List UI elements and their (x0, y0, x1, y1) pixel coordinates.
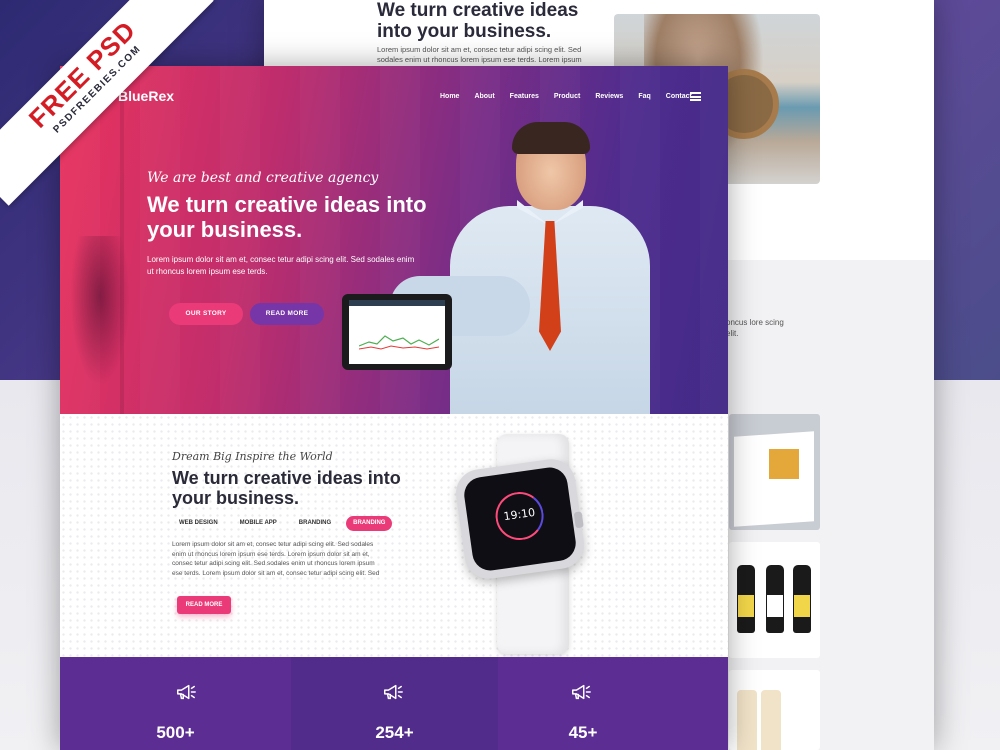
hero-section: BlueRex Home About Features Product Revi… (60, 66, 728, 414)
hamburger-menu-icon[interactable] (690, 92, 701, 101)
tab-branding[interactable]: BRANDING (292, 516, 338, 531)
watch-case: 19:10 (452, 456, 588, 582)
back-page-title: We turn creative ideas into your busines… (377, 0, 579, 42)
tablet-chart-line (359, 335, 439, 350)
nav-item-contact[interactable]: Contact (666, 93, 692, 100)
section-text: Lorem ipsum dolor sit am et, consec tetu… (172, 541, 380, 577)
megaphone-icon (572, 684, 591, 700)
hair (512, 122, 590, 154)
bottle (766, 565, 784, 633)
section-tagline: Dream Big Inspire the World (172, 450, 333, 463)
bottles-image (729, 542, 820, 658)
stat-card: 45+ (498, 657, 728, 750)
main-nav: Home About Features Product Reviews Faq … (440, 93, 707, 100)
bottle (793, 565, 811, 633)
stats-section: 500+ 254+ 45+ (60, 657, 728, 750)
nav-item-features[interactable]: Features (510, 93, 539, 100)
tab-branding-active[interactable]: BRANDING (346, 516, 393, 531)
back-page-text: Lorem ipsum dolor sit am et, consec tetu… (377, 45, 582, 64)
stat-value: 500+ (156, 723, 195, 742)
nav-item-product[interactable]: Product (554, 93, 580, 100)
features-section: Dream Big Inspire the World We turn crea… (60, 414, 728, 657)
jars-image (729, 670, 820, 750)
world-map-dots (60, 414, 728, 657)
stat-value: 45+ (568, 723, 598, 742)
our-story-button[interactable]: OUR STORY (169, 303, 243, 325)
businessman-image (340, 122, 660, 414)
stat-value: 254+ (375, 723, 414, 742)
site-logo[interactable]: BlueRex (118, 88, 174, 104)
magazine-page (734, 431, 814, 527)
tab-mobile-app[interactable]: MOBILE APP (233, 516, 284, 531)
nav-item-about[interactable]: About (474, 93, 494, 100)
section-read-more-button[interactable]: READ MORE (177, 596, 231, 614)
megaphone-icon (177, 684, 196, 700)
magazine-image (729, 414, 820, 530)
bottle (737, 565, 755, 633)
nav-item-faq[interactable]: Faq (638, 93, 650, 100)
stat-card: 254+ (291, 657, 498, 750)
megaphone-icon (384, 684, 403, 700)
section-tabs: WEB DESIGN MOBILE APP BRANDING BRANDING (172, 516, 400, 531)
section-title: We turn creative ideas into your busines… (172, 468, 401, 508)
back-page-side-text: oncus lore scing elit. (726, 318, 784, 338)
read-more-button[interactable]: READ MORE (250, 303, 324, 325)
jar (761, 690, 781, 750)
tablet-screen (349, 300, 445, 364)
watch-face: 19:10 (461, 465, 579, 573)
stat-card: 500+ (60, 657, 291, 750)
magazine-pic (769, 449, 799, 479)
nav-item-reviews[interactable]: Reviews (595, 93, 623, 100)
nav-item-home[interactable]: Home (440, 93, 459, 100)
tablet-image (342, 294, 452, 370)
front-page-preview: BlueRex Home About Features Product Revi… (60, 66, 728, 750)
tab-web-design[interactable]: WEB DESIGN (172, 516, 225, 531)
jar (737, 690, 757, 750)
plant-shadow (70, 236, 130, 386)
smartwatch-image: 19:10 (452, 434, 588, 654)
